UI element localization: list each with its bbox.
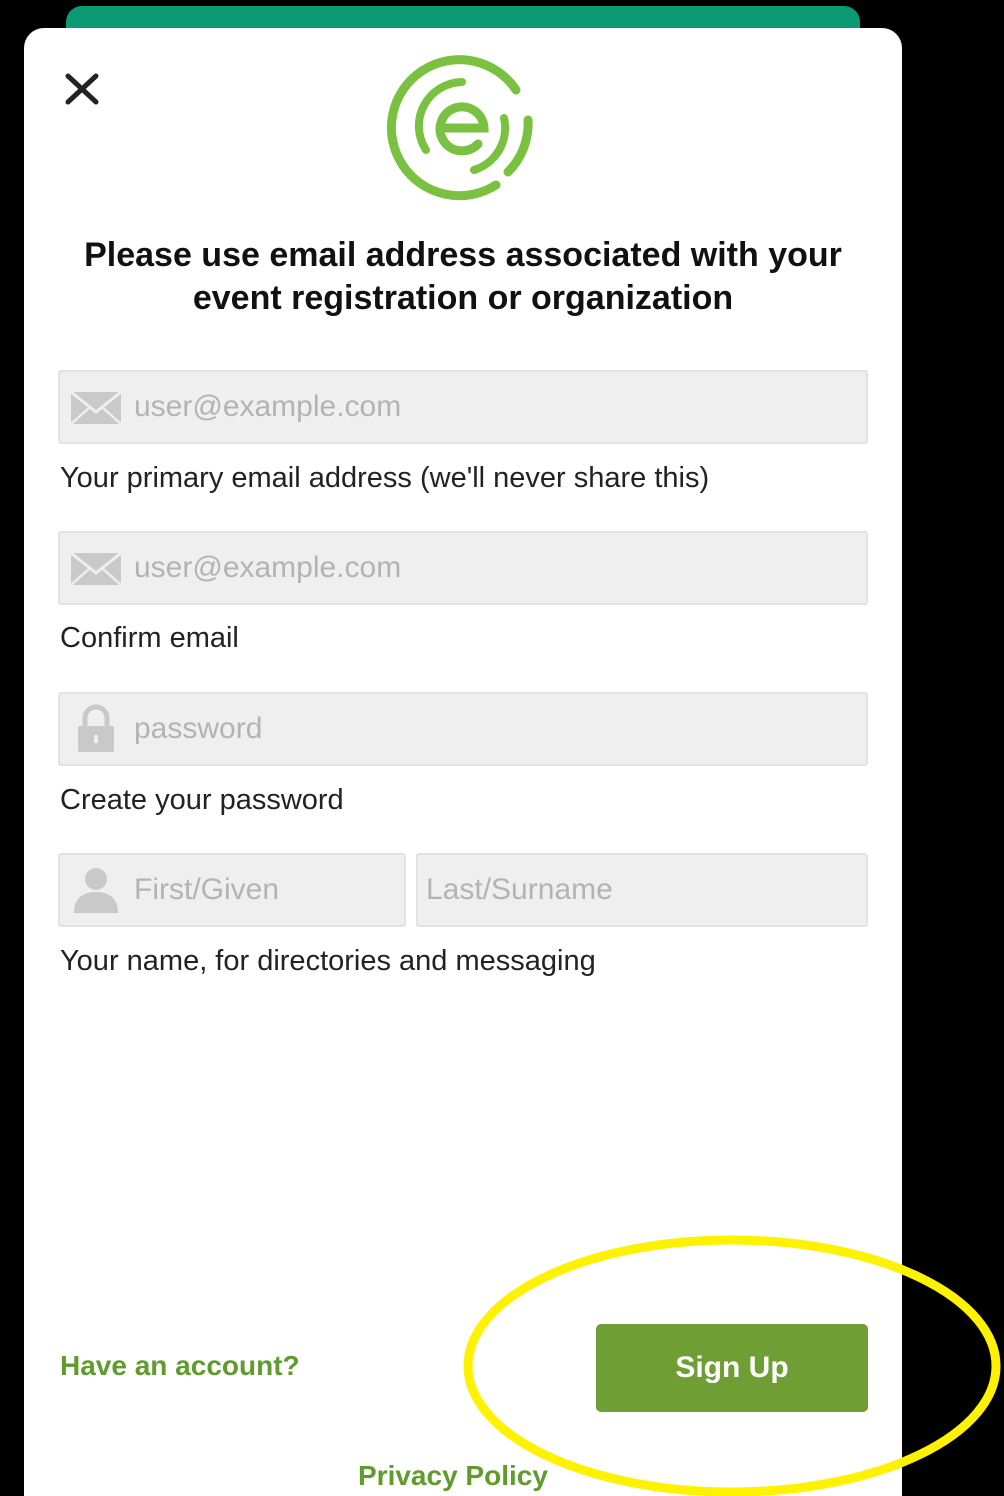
last-name-input[interactable] (426, 855, 858, 925)
privacy-policy-link[interactable]: Privacy Policy (358, 1460, 548, 1492)
email-helper-text: Your primary email address (we'll never … (60, 462, 710, 494)
email-input[interactable] (134, 372, 856, 442)
page-title: Please use email address associated with… (84, 236, 842, 317)
have-account-link[interactable]: Have an account? (60, 1350, 300, 1382)
lock-icon (68, 704, 124, 752)
envelope-icon (68, 386, 124, 430)
e-logo-icon (386, 55, 533, 201)
close-icon (65, 73, 99, 105)
name-helper-text: Your name, for directories and messaging (60, 945, 596, 977)
brand-logo (386, 50, 538, 202)
password-field[interactable] (58, 692, 868, 766)
sign-up-button[interactable]: Sign Up (596, 1324, 868, 1412)
password-input[interactable] (134, 694, 856, 764)
last-name-field[interactable] (416, 853, 868, 927)
envelope-icon (68, 547, 124, 591)
person-icon (68, 868, 124, 913)
email-field[interactable] (58, 370, 868, 444)
confirm-email-field[interactable] (58, 531, 868, 605)
first-name-input[interactable] (134, 855, 394, 925)
screen: Please use email address associated with… (0, 0, 1004, 1496)
close-button[interactable] (60, 66, 106, 112)
confirm-email-helper-text: Confirm email (60, 622, 239, 654)
first-name-field[interactable] (58, 853, 406, 927)
password-helper-text: Create your password (60, 784, 344, 816)
confirm-email-input[interactable] (134, 533, 856, 603)
